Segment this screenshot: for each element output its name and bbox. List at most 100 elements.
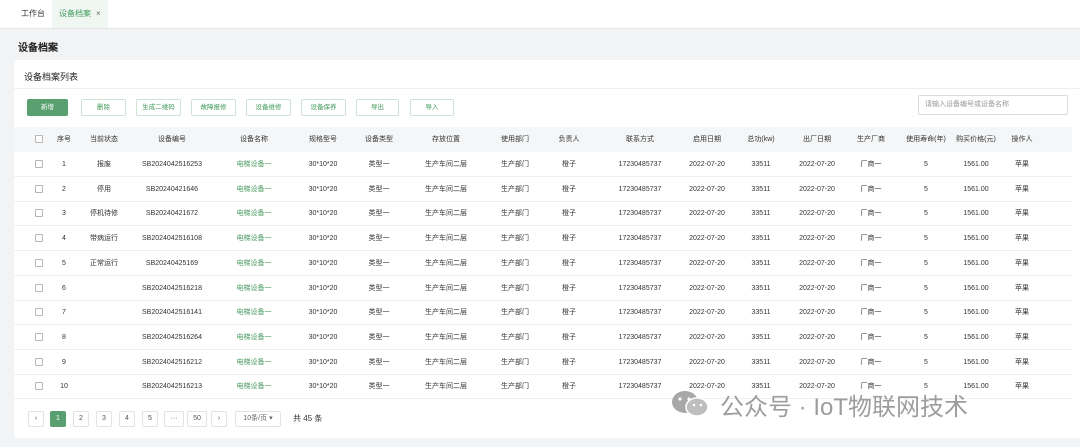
cell-contact: 17230485737 <box>618 309 662 317</box>
tab-label: 设备档案 <box>59 9 91 18</box>
row-checkbox[interactable] <box>35 357 43 366</box>
table-row[interactable]: 8 SB2024042516264 电梯设备一 30*10*20 类型一 生产车间二层 生产… <box>14 325 1072 350</box>
cell-enable-date: 2022-07-20 <box>689 259 725 267</box>
row-checkbox[interactable] <box>35 184 43 193</box>
cell-status <box>79 325 129 350</box>
cell-manufacturer: 厂商一 <box>860 210 882 218</box>
table-row[interactable]: 1 报废 SB2024042516253 电梯设备一 30*10*20 类型一 生产车间二层… <box>14 152 1072 177</box>
table-row[interactable]: 5 正常运行 SB20240425169 电梯设备一 30*10*20 类型一 生产车间二层… <box>14 251 1072 276</box>
cell-owner: 橙子 <box>562 284 576 292</box>
cell-department: 生产部门 <box>501 161 529 168</box>
cell-spec-model: 30*10*20 <box>308 284 338 292</box>
cell-device-code: SB2024042516253 <box>142 161 202 168</box>
column-header-service-life: 使用寿命(年) <box>906 136 946 143</box>
row-checkbox[interactable] <box>35 234 43 243</box>
search-input[interactable]: 请输入设备编号或设备名称 <box>918 95 1068 115</box>
cell-manufacturer: 厂商一 <box>860 284 882 292</box>
next-page-button[interactable]: › <box>211 411 227 427</box>
cell-owner: 橙子 <box>562 259 576 267</box>
table-row[interactable]: 7 SB2024042516141 电梯设备一 30*10*20 类型一 生产车间二层 生产… <box>14 300 1072 326</box>
cell-device-name[interactable]: 电梯设备一 <box>219 201 289 226</box>
cell-device-name[interactable]: 电梯设备一 <box>219 177 289 202</box>
row-checkbox[interactable] <box>35 258 43 267</box>
cell-storage-location: 生产车间二层 <box>425 284 467 292</box>
cell-department: 生产部门 <box>501 185 529 193</box>
column-header-status: 当前状态 <box>90 136 118 143</box>
tab-device-archive[interactable]: 设备档案 × <box>52 0 108 28</box>
cell-status <box>79 300 129 325</box>
cell-device-type: 类型一 <box>368 284 390 292</box>
cell-index: 4 <box>62 235 66 243</box>
cell-spec-model: 30*10*20 <box>308 383 338 391</box>
cell-purchase-price: 1561.00 <box>963 185 989 193</box>
import-button[interactable]: 导入 <box>410 99 454 116</box>
cell-operator: 苹果 <box>1015 210 1029 218</box>
device-maintain-button[interactable]: 设备保养 <box>301 99 346 116</box>
cell-device-name[interactable]: 电梯设备一 <box>219 374 289 399</box>
generate-qr-button[interactable]: 生成二维码 <box>136 99 181 116</box>
row-checkbox[interactable] <box>35 332 43 341</box>
table-row[interactable]: 6 SB2024042516218 电梯设备一 30*10*20 类型一 生产车间二层 生产… <box>14 276 1072 301</box>
page-2-button[interactable]: 2 <box>73 411 89 427</box>
tab-label: 工作台 <box>21 9 45 18</box>
cell-device-name[interactable]: 电梯设备一 <box>219 350 289 375</box>
cell-operator: 苹果 <box>1015 358 1029 366</box>
table-row[interactable]: 3 停机待修 SB20240421672 电梯设备一 30*10*20 类型一 生产车间二层… <box>14 201 1072 227</box>
page-5-button[interactable]: 5 <box>142 411 158 427</box>
page-size-select[interactable]: 10条/页 ▾ <box>235 411 281 427</box>
cell-device-type: 类型一 <box>368 358 390 366</box>
cell-contact: 17230485737 <box>618 161 662 168</box>
cell-storage-location: 生产车间二层 <box>425 235 467 243</box>
export-button[interactable]: 导出 <box>356 99 399 116</box>
cell-spec-model: 30*10*20 <box>308 309 338 317</box>
cell-contact: 17230485737 <box>618 210 662 218</box>
fault-report-button[interactable]: 故障报修 <box>191 99 236 116</box>
cell-manufacturer: 厂商一 <box>860 309 882 317</box>
page-title: 设备档案 <box>18 43 58 54</box>
delete-button[interactable]: 删除 <box>81 99 126 116</box>
cell-status: 正常运行 <box>90 259 118 267</box>
select-all-checkbox[interactable] <box>35 135 43 143</box>
row-checkbox[interactable] <box>35 209 43 218</box>
cell-service-life: 5 <box>924 358 928 366</box>
cell-status: 停用 <box>97 185 111 193</box>
row-checkbox[interactable] <box>35 283 43 292</box>
page-ellipsis-button[interactable]: ··· <box>164 411 184 427</box>
cell-storage-location: 生产车间二层 <box>425 383 467 391</box>
row-checkbox[interactable] <box>35 160 43 168</box>
cell-device-name[interactable]: 电梯设备一 <box>219 226 289 251</box>
cell-device-type: 类型一 <box>368 210 390 218</box>
cell-status: 报废 <box>97 161 111 168</box>
cell-purchase-price: 1561.00 <box>963 333 989 341</box>
page-50-button[interactable]: 50 <box>187 411 207 427</box>
cell-enable-date: 2022-07-20 <box>689 185 725 193</box>
page-3-button[interactable]: 3 <box>96 411 112 427</box>
table-row[interactable]: 9 SB2024042516212 电梯设备一 30*10*20 类型一 生产车间二层 生产… <box>14 350 1072 375</box>
table-row[interactable]: 4 带病运行 SB2024042516108 电梯设备一 30*10*20 类型一 生产车间… <box>14 226 1072 252</box>
table-row[interactable]: 2 停用 SB20240421646 电梯设备一 30*10*20 类型一 生产车间二层 生产… <box>14 177 1072 202</box>
close-icon[interactable]: × <box>96 9 101 18</box>
cell-enable-date: 2022-07-20 <box>689 235 725 243</box>
cell-device-name[interactable]: 电梯设备一 <box>219 152 289 177</box>
cell-index: 9 <box>62 358 66 366</box>
row-checkbox[interactable] <box>35 382 43 391</box>
cell-spec-model: 30*10*20 <box>308 259 338 267</box>
cell-device-name[interactable]: 电梯设备一 <box>219 325 289 350</box>
cell-device-type: 类型一 <box>368 309 390 317</box>
prev-page-button[interactable]: ‹ <box>28 411 44 427</box>
add-button[interactable]: 新增 <box>27 99 68 116</box>
device-repair-button[interactable]: 设备维修 <box>246 99 291 116</box>
cell-device-name[interactable]: 电梯设备一 <box>219 276 289 301</box>
cell-device-name[interactable]: 电梯设备一 <box>219 300 289 325</box>
page-1-button[interactable]: 1 <box>50 411 66 427</box>
cell-contact: 17230485737 <box>618 185 662 193</box>
cell-device-type: 类型一 <box>368 235 390 243</box>
cell-purchase-price: 1561.00 <box>963 210 989 218</box>
tab-workbench[interactable]: 工作台 <box>14 0 52 28</box>
cell-department: 生产部门 <box>501 309 529 317</box>
row-checkbox[interactable] <box>35 308 43 317</box>
cell-device-name[interactable]: 电梯设备一 <box>219 251 289 276</box>
page-4-button[interactable]: 4 <box>119 411 135 427</box>
column-header-index: 序号 <box>57 136 71 143</box>
cell-enable-date: 2022-07-20 <box>689 309 725 317</box>
